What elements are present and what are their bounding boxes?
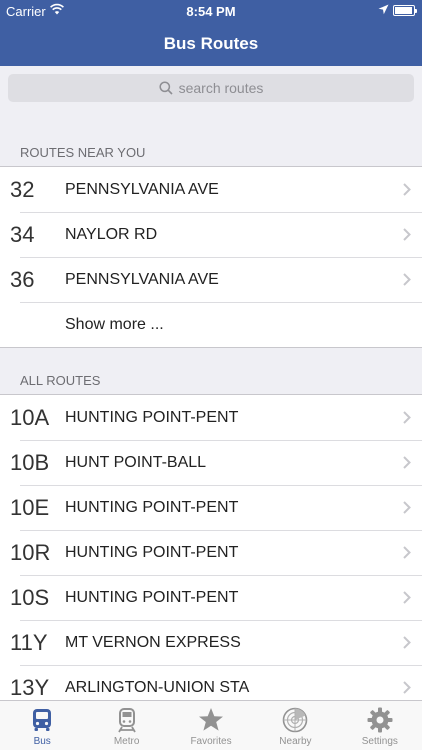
route-number: 11Y xyxy=(10,629,48,655)
tab-label: Bus xyxy=(33,736,51,747)
search-bar: search routes xyxy=(0,66,422,110)
radar-icon xyxy=(283,707,308,733)
location-arrow-icon xyxy=(378,3,389,18)
chevron-right-icon xyxy=(392,411,422,424)
route-name: HUNTING POINT-PENT xyxy=(65,543,239,561)
tab-bar: Bus Metro Favorites Nearby Settings xyxy=(0,700,422,750)
route-row[interactable]: 10R HUNTING POINT-PENT xyxy=(0,530,422,575)
route-name: ARLINGTON-UNION STA xyxy=(65,678,250,696)
route-name: HUNTING POINT-PENT xyxy=(65,498,239,516)
route-name: PENNSYLVANIA AVE xyxy=(65,270,219,288)
show-more-button[interactable]: Show more ... xyxy=(0,302,422,347)
tab-label: Favorites xyxy=(190,736,232,747)
chevron-right-icon xyxy=(392,456,422,469)
route-number: 10E xyxy=(10,494,50,520)
tab-label: Settings xyxy=(361,736,398,747)
route-row[interactable]: 10A HUNTING POINT-PENT xyxy=(0,395,422,440)
chevron-right-icon xyxy=(392,273,422,286)
section-header-nearby: ROUTES NEAR YOU xyxy=(20,145,146,160)
route-number: 36 xyxy=(10,266,35,292)
route-name: HUNTING POINT-PENT xyxy=(65,408,239,426)
tab-settings[interactable]: Settings xyxy=(338,701,422,750)
route-number: 10A xyxy=(10,404,50,430)
chevron-right-icon xyxy=(392,591,422,604)
chevron-right-icon xyxy=(392,183,422,196)
star-icon xyxy=(199,708,224,731)
route-name: NAYLOR RD xyxy=(65,225,158,243)
tab-label: Nearby xyxy=(279,736,312,747)
section-header-all: ALL ROUTES xyxy=(20,373,101,388)
gear-icon xyxy=(367,707,393,733)
search-icon xyxy=(159,81,173,95)
route-name: HUNT POINT-BALL xyxy=(65,453,207,471)
route-name: HUNTING POINT-PENT xyxy=(65,588,239,606)
nearby-routes-list: 32 PENNSYLVANIA AVE 34 NAYLOR RD 36 PENN… xyxy=(0,166,422,348)
nav-bar: Bus Routes xyxy=(0,22,422,66)
route-row[interactable]: 10E HUNTING POINT-PENT xyxy=(0,485,422,530)
route-number: 10B xyxy=(10,449,50,475)
route-number: 34 xyxy=(10,221,35,247)
tab-metro[interactable]: Metro xyxy=(84,701,168,750)
status-bar: Carrier 8:54 PM xyxy=(0,0,422,22)
tab-nearby[interactable]: Nearby xyxy=(253,701,337,750)
tab-favorites[interactable]: Favorites xyxy=(169,701,253,750)
route-number: 10R xyxy=(10,539,51,565)
route-name: PENNSYLVANIA AVE xyxy=(65,180,219,198)
chevron-right-icon xyxy=(392,501,422,514)
route-row[interactable]: 10B HUNT POINT-BALL xyxy=(0,440,422,485)
route-number: 13Y xyxy=(10,674,50,700)
route-row[interactable]: 34 NAYLOR RD xyxy=(0,212,422,257)
battery-icon xyxy=(393,5,417,16)
status-time: 8:54 PM xyxy=(186,4,236,19)
chevron-right-icon xyxy=(392,546,422,559)
all-routes-list: 10A HUNTING POINT-PENT 10B HUNT POINT-BA… xyxy=(0,394,422,710)
route-number: 10S xyxy=(10,584,50,610)
route-row[interactable]: 36 PENNSYLVANIA AVE xyxy=(0,257,422,302)
tab-label: Metro xyxy=(113,736,140,747)
show-more-label: Show more ... xyxy=(65,315,164,333)
metro-icon xyxy=(117,708,136,733)
bus-icon xyxy=(33,709,52,731)
chevron-right-icon xyxy=(392,681,422,694)
page-title: Bus Routes xyxy=(163,34,259,53)
route-number: 32 xyxy=(10,176,35,202)
route-row[interactable]: 10S HUNTING POINT-PENT xyxy=(0,575,422,620)
tab-bus[interactable]: Bus xyxy=(0,701,84,750)
chevron-right-icon xyxy=(392,636,422,649)
search-placeholder: search routes xyxy=(178,80,264,96)
route-row[interactable]: 11Y MT VERNON EXPRESS xyxy=(0,620,422,665)
chevron-right-icon xyxy=(392,228,422,241)
search-input[interactable]: search routes xyxy=(8,74,414,102)
route-row[interactable]: 32 PENNSYLVANIA AVE xyxy=(0,167,422,212)
route-name: MT VERNON EXPRESS xyxy=(65,633,241,651)
